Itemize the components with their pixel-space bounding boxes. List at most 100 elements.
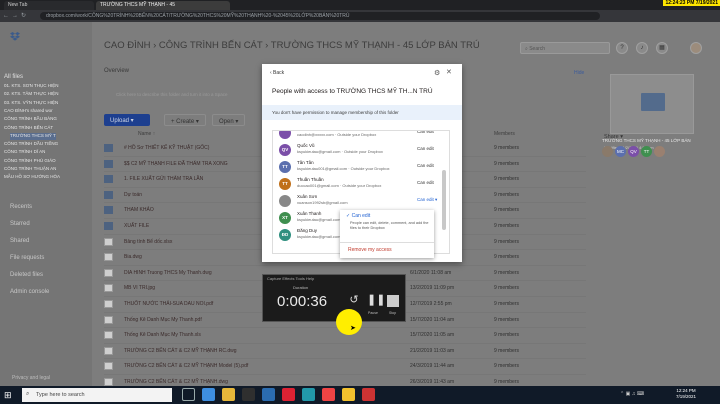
sidebar-all-files[interactable]: All files [4, 74, 23, 80]
table-row[interactable]: TRƯỜNG C2 BẾN CÁT & C2 MỸ THẠNH RC.dwg 21… [104, 344, 586, 360]
file-name[interactable]: Thống Kê Danh Mục My Thanh.pdf [124, 317, 202, 323]
member-list-scrollbar[interactable] [442, 170, 446, 230]
url-input[interactable]: dropbox.com/work/CÔNG%20TRÌNH%20BẾN%20CÁ… [40, 12, 600, 20]
upload-button[interactable]: Upload ▾ [104, 114, 150, 126]
member-role-select[interactable]: Can edit ▾ [417, 197, 437, 203]
create-button[interactable]: + Create ▾ [164, 114, 206, 126]
app-icon[interactable] [302, 388, 315, 401]
edge-icon[interactable] [202, 388, 215, 401]
sidebar-tree-item[interactable]: CÔNG TRÌNH DĨ AN [4, 149, 45, 156]
role-dropdown: ✓ Can edit People can edit, delete, comm… [340, 210, 434, 258]
table-row[interactable]: TRƯỜNG C2 BẾN CÁT & C2 MỸ THẠNH Model (5… [104, 359, 586, 375]
share-button[interactable]: Share ▾ [604, 134, 623, 140]
file-name[interactable]: Dự toán [124, 192, 142, 198]
tab-dropbox-folder[interactable]: TRƯỜNG THCS MỸ THẠNH - 45 [96, 1, 230, 10]
file-name[interactable]: Bảng tính Bể dốc.xlsx [124, 239, 172, 245]
sidebar-shared[interactable]: Shared [10, 238, 29, 244]
remove-access-option[interactable]: Remove my access [348, 247, 392, 253]
search-input[interactable]: ⌕ Search [520, 42, 610, 54]
undo-icon[interactable]: ↺ [347, 293, 361, 309]
breadcrumb[interactable]: CAO ĐÌNH › CÔNG TRÌNH BẾN CÁT › TRƯỜNG T… [104, 40, 480, 51]
notifications-icon[interactable]: ♪ [636, 42, 648, 54]
sidebar-tree-item[interactable]: CAO ĐÌNH's shared wor [4, 108, 53, 115]
task-view-icon[interactable] [182, 388, 195, 401]
member-role-select[interactable]: Can edit [417, 163, 434, 168]
close-icon[interactable]: ✕ [446, 68, 452, 76]
windows-start-icon[interactable]: ⊞ [4, 390, 12, 401]
member-avatar[interactable] [654, 146, 665, 157]
dropbox-logo-icon[interactable] [10, 32, 20, 41]
file-name[interactable]: TRƯỜNG C2 BẾN CÁT & C2 MỸ THẠNH RC.dwg [124, 348, 237, 354]
file-members: 9 members [494, 145, 520, 151]
file-name[interactable]: THAM KHẢO [124, 207, 154, 213]
folder-icon [104, 206, 113, 215]
reload-icon[interactable]: ↻ [21, 13, 29, 19]
forward-icon[interactable]: → [12, 13, 21, 19]
column-members[interactable]: Members [494, 131, 515, 137]
file-name[interactable]: # HỒ Sơ THIẾT KẾ KỸ THUẬT (GỐC) [124, 145, 209, 151]
can-edit-option[interactable]: ✓ Can edit [346, 213, 370, 219]
file-name[interactable]: MB VI TRI.jpg [124, 285, 155, 291]
sidebar-tree-item[interactable]: 03. KTS. VỸN THỰC HIỆN [4, 100, 58, 107]
modal-back-button[interactable]: ‹ Back [270, 70, 284, 76]
sidebar-deleted-files[interactable]: Deleted files [10, 272, 43, 278]
file-name[interactable]: Bia.dwg [124, 254, 142, 260]
file-name[interactable]: 1. FILE XUẤT GỬI THẨM TRA LẦN [124, 176, 203, 182]
system-tray-icons[interactable]: ⌃ ▣ ♫ ⌨ [620, 391, 644, 397]
member-avatar[interactable]: MC [615, 146, 626, 157]
folder-description-field[interactable]: Click here to describe this folder and t… [116, 92, 228, 97]
file-name[interactable]: $$ C2 MỸ THẠNH FILE ĐÃ THẨM TRA XONG [124, 161, 228, 167]
nav-buttons[interactable]: ←→↻ [3, 12, 29, 19]
member-avatar[interactable]: QV [628, 146, 639, 157]
member-role-select[interactable]: Can edit [417, 180, 434, 185]
sidebar-recents[interactable]: Recents [10, 204, 32, 210]
app-icon[interactable] [282, 388, 295, 401]
app-icon[interactable] [322, 388, 335, 401]
file-icon [104, 253, 113, 262]
back-icon[interactable]: ← [3, 13, 12, 19]
help-icon[interactable]: ? [616, 42, 628, 54]
taskbar-search-input[interactable]: Type here to search [22, 388, 172, 402]
stop-icon[interactable] [387, 295, 399, 307]
sidebar-tree-item[interactable]: CÔNG TRÌNH THUẬN AN [4, 166, 56, 173]
recorder-app-icon[interactable] [362, 388, 375, 401]
file-explorer-icon[interactable] [222, 388, 235, 401]
file-name[interactable]: XUẤT FILE [124, 223, 149, 229]
column-name[interactable]: Name ↑ [138, 131, 155, 137]
mail-icon[interactable] [262, 388, 275, 401]
member-avatar[interactable]: TT [641, 146, 652, 157]
recorder-menu[interactable]: Capture Effects Tools Help [267, 276, 314, 281]
member-avatar[interactable] [602, 146, 613, 157]
sidebar-starred[interactable]: Starred [10, 221, 30, 227]
gear-icon[interactable]: ⚙ [434, 69, 440, 77]
pause-icon[interactable]: ❚❚ [367, 293, 385, 309]
avatar[interactable] [690, 42, 702, 54]
privacy-link[interactable]: Privacy and legal [12, 375, 50, 381]
tab-new-tab[interactable]: New Tab [4, 1, 94, 10]
member-row: TT Tân Tân ksyukieutau001@gmail.com · Outs… [277, 159, 447, 177]
open-button[interactable]: Open ▾ [212, 114, 246, 126]
member-role-select[interactable]: Can edit [417, 131, 434, 134]
taskbar-clock[interactable]: 12:24 PM 7/19/2021 [676, 388, 696, 400]
chrome-icon[interactable] [342, 388, 355, 401]
sidebar-tree-item[interactable]: CÔNG TRÌNH PHÚ GIÁO [4, 158, 56, 165]
apps-grid-icon[interactable]: ▦ [656, 42, 668, 54]
member-role-select[interactable]: Can edit [417, 146, 434, 151]
file-members: 9 members [494, 316, 520, 323]
sidebar-tree-item[interactable]: MẪU HỒ SƠ HƯỚNG HÒA [4, 174, 60, 181]
file-name[interactable]: THUỐT NƯỚC THẢI-SUA DAU NOI.pdf [124, 301, 213, 307]
sidebar-admin-console[interactable]: Admin console [10, 289, 49, 295]
file-name[interactable]: DIA HINH Truong THCS My Thanh.dwg [124, 270, 212, 276]
hide-link[interactable]: Hide [574, 70, 584, 76]
sidebar-tree-item[interactable]: 02. KTS. TÂM THỰC HIỆN [4, 91, 58, 98]
sidebar-tree-item[interactable]: TRƯỜNG THCS MỸ T [10, 132, 56, 140]
file-name[interactable]: TRƯỜNG C2 BẾN CÁT & C2 MỸ THẠNH.dwg [124, 379, 228, 385]
sidebar-file-requests[interactable]: File requests [10, 255, 44, 261]
sidebar-tree-item[interactable]: CÔNG TRÌNH BẾN CÁT [4, 125, 53, 132]
file-name[interactable]: Thống Kê Danh Mục My Thanh.xls [124, 332, 201, 338]
sidebar-tree-item[interactable]: CÔNG TRÌNH DẦU TIẾNG [4, 141, 58, 148]
sidebar-tree-item[interactable]: 01. KTS. SƠN THỤC HIỆN [4, 83, 59, 90]
sidebar-tree-item[interactable]: CÔNG TRÌNH BẦU BÀNG [4, 116, 57, 123]
file-name[interactable]: TRƯỜNG C2 BẾN CÁT & C2 MỸ THẠNH Model (5… [124, 363, 248, 369]
store-icon[interactable] [242, 388, 255, 401]
